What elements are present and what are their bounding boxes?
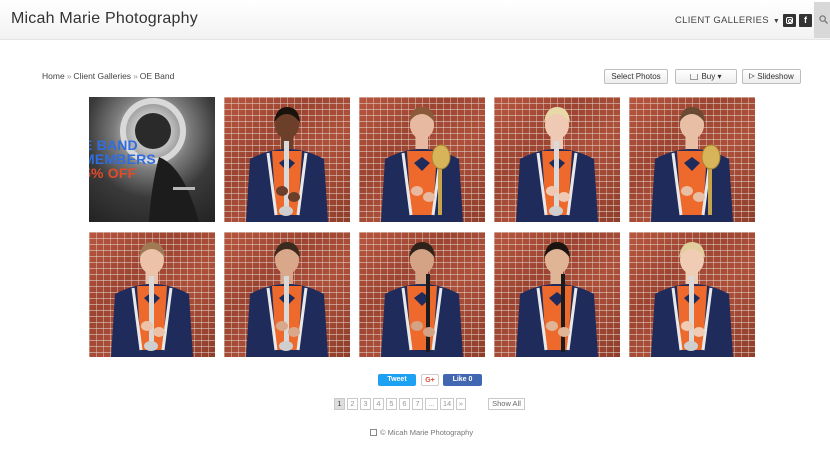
- gallery-thumbnail[interactable]: [359, 232, 485, 357]
- breadcrumb-home[interactable]: Home: [42, 71, 65, 81]
- site-header: Micah Marie Photography CLIENT GALLERIES…: [0, 0, 830, 40]
- page-link[interactable]: 3: [360, 398, 371, 410]
- google-plus-button[interactable]: G+: [421, 374, 439, 386]
- band-member-portrait: [111, 242, 193, 357]
- band-member-portrait: [516, 107, 598, 222]
- photo-icon: [370, 429, 377, 436]
- band-member-portrait: [651, 107, 733, 222]
- gallery-thumbnail[interactable]: [629, 232, 755, 357]
- buy-button[interactable]: Buy ▾: [675, 69, 737, 84]
- show-all-button[interactable]: Show All: [488, 398, 525, 410]
- gallery-thumbnail[interactable]: [494, 97, 620, 222]
- slideshow-button[interactable]: Slideshow: [742, 69, 801, 84]
- search-icon: [819, 15, 828, 24]
- promo-line-3: 5% OFF: [89, 165, 137, 181]
- band-member-portrait: [651, 242, 733, 357]
- band-member-portrait: [381, 107, 463, 222]
- page-link[interactable]: 2: [347, 398, 358, 410]
- next-page-button[interactable]: »: [456, 398, 466, 410]
- gallery-thumbnail[interactable]: [359, 97, 485, 222]
- footer-copyright: © Micah Marie Photography: [380, 428, 474, 437]
- gallery-thumbnail[interactable]: [89, 232, 215, 357]
- gallery-thumbnail[interactable]: [224, 97, 350, 222]
- gallery-thumbnail[interactable]: [629, 97, 755, 222]
- breadcrumb-separator: »: [66, 71, 72, 81]
- band-member-portrait: [381, 242, 463, 357]
- band-member-portrait: [516, 242, 598, 357]
- nav-client-galleries[interactable]: CLIENT GALLERIES ▼: [675, 15, 780, 26]
- page-link[interactable]: 1: [334, 398, 345, 410]
- footer: © Micah Marie Photography: [370, 428, 473, 437]
- gallery-thumbnail-promo[interactable]: E BAND MEMBERS 5% OFF: [89, 97, 215, 222]
- select-photos-button[interactable]: Select Photos: [604, 69, 668, 84]
- page-link[interactable]: 4: [373, 398, 384, 410]
- pagination-ellipsis: ...: [425, 398, 438, 410]
- instagram-icon[interactable]: [783, 14, 796, 27]
- facebook-like-button[interactable]: Like 0: [443, 374, 482, 386]
- cart-icon: [690, 74, 699, 80]
- photo-gallery: E BAND MEMBERS 5% OFF: [89, 97, 755, 357]
- facebook-icon[interactable]: f: [799, 14, 812, 27]
- play-icon: [749, 72, 756, 79]
- nav-client-galleries-label: CLIENT GALLERIES: [675, 15, 769, 26]
- search-button[interactable]: [814, 2, 830, 38]
- buy-label: Buy: [701, 72, 716, 81]
- page-link[interactable]: 6: [399, 398, 410, 410]
- breadcrumb: Home» Client Galleries» OE Band: [42, 71, 174, 81]
- band-member-portrait: [246, 107, 328, 222]
- chevron-down-icon: ▾: [717, 72, 722, 81]
- band-member-portrait: [246, 242, 328, 357]
- gallery-thumbnail[interactable]: [224, 232, 350, 357]
- site-title[interactable]: Micah Marie Photography: [11, 10, 198, 28]
- breadcrumb-current: OE Band: [139, 71, 175, 81]
- chevron-down-icon: ▼: [772, 18, 781, 25]
- page-link[interactable]: 14: [440, 398, 454, 410]
- gallery-thumbnail[interactable]: [494, 232, 620, 357]
- tweet-button[interactable]: Tweet: [378, 374, 416, 386]
- page-link[interactable]: 7: [412, 398, 423, 410]
- slideshow-label: Slideshow: [757, 72, 794, 81]
- page-link[interactable]: 5: [386, 398, 397, 410]
- breadcrumb-separator: »: [133, 71, 138, 81]
- breadcrumb-client-galleries[interactable]: Client Galleries: [73, 71, 131, 81]
